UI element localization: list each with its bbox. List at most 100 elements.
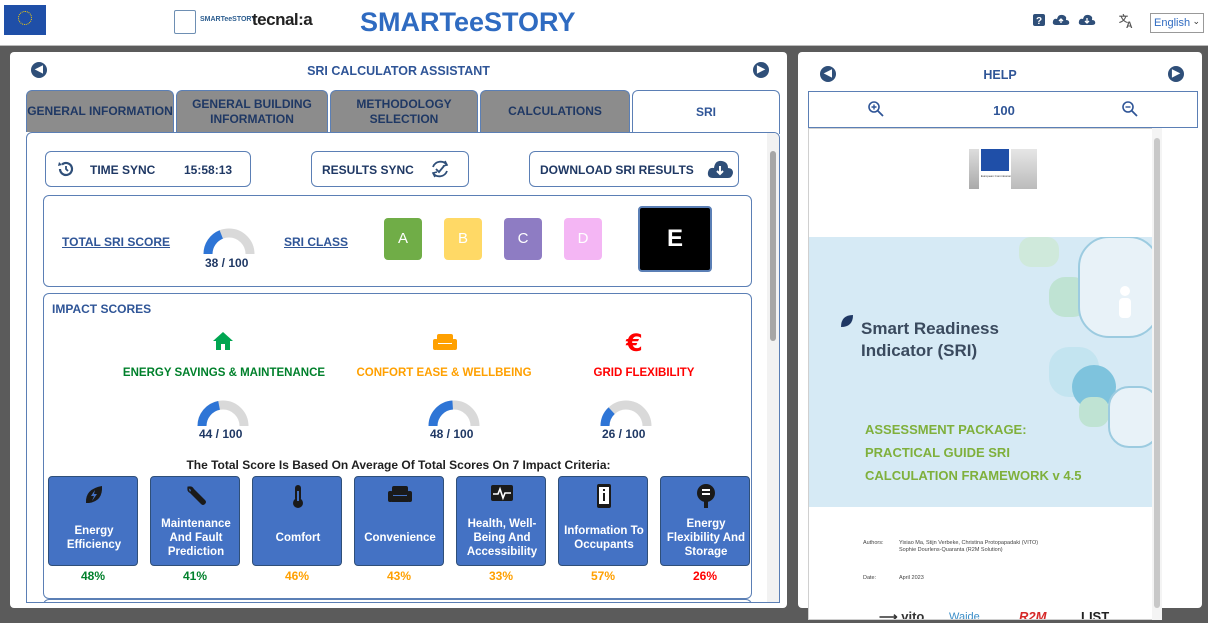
cloud-upload-icon[interactable]: [1052, 13, 1070, 31]
grid-flexibility-label: GRID FLEXIBILITY: [593, 367, 695, 379]
eu-stars-icon: [18, 11, 32, 25]
sri-score-box: TOTAL SRI SCORE 38 / 100 SRI CLASS A B C…: [43, 195, 752, 287]
euro-icon: €: [625, 330, 643, 354]
energy-savings-gauge: [197, 400, 249, 427]
criterion-percent-energy-efficiency: 48%: [80, 569, 106, 583]
tab-sri[interactable]: SRI: [632, 90, 780, 134]
heartbeat-monitor-icon: [491, 485, 513, 501]
criterion-energy-efficiency[interactable]: Energy Efficiency: [48, 476, 138, 566]
waide-logo: Waide: [949, 611, 980, 620]
svg-text:A: A: [1126, 20, 1133, 29]
ec-caption: European Commission: [980, 174, 1012, 178]
cloud-download-icon[interactable]: [1078, 13, 1096, 31]
next-section-box: [43, 599, 752, 602]
tab-general-building-information[interactable]: GENERAL BUILDING INFORMATION: [176, 90, 328, 132]
arrow-right-icon[interactable]: ▶: [753, 62, 769, 78]
time-sync-value: 15:58:13: [184, 163, 233, 177]
authors-label: Authors:: [863, 540, 884, 546]
help-zoom-toolbar: 100: [808, 91, 1198, 128]
arrow-right-icon[interactable]: ▶: [1168, 66, 1184, 82]
leaf-bolt-icon: [85, 486, 103, 503]
tab-methodology-selection[interactable]: METHODOLOGY SELECTION: [330, 90, 478, 132]
eu-flag-logo: [4, 5, 46, 35]
cloud-download-icon: [707, 160, 733, 178]
subtitle-line: ASSESSMENT PACKAGE:: [865, 422, 1027, 437]
sri-class-d: D: [564, 218, 602, 260]
criterion-percent-energy-flexibility: 26%: [692, 569, 718, 583]
tab-calculations[interactable]: CALCULATIONS: [480, 90, 630, 132]
criterion-percent-health: 33%: [488, 569, 514, 583]
total-sri-score-link[interactable]: TOTAL SRI SCORE: [62, 235, 170, 249]
wrench-icon: [187, 486, 206, 505]
content-scrollbar[interactable]: [767, 133, 779, 602]
tab-general-information[interactable]: GENERAL INFORMATION: [26, 90, 174, 132]
comfort-ease-score: 48 / 100: [430, 427, 474, 441]
results-sync-button[interactable]: RESULTS SYNC: [311, 151, 469, 187]
criterion-label: Information To Occupants: [564, 525, 644, 551]
r2m-logo: R2M: [1019, 609, 1047, 620]
grid-flexibility-gauge: [600, 400, 652, 427]
criterion-health[interactable]: Health, Well-Being And Accessibility: [456, 476, 546, 566]
scrollbar-thumb[interactable]: [770, 151, 776, 341]
criterion-percent-convenience: 43%: [386, 569, 412, 583]
help-icon[interactable]: ?: [1030, 13, 1048, 31]
document-subtitle: ASSESSMENT PACKAGE: PRACTICAL GUIDE SRI …: [865, 418, 1145, 487]
criterion-comfort[interactable]: Comfort: [252, 476, 342, 566]
criterion-percent-information: 57%: [590, 569, 616, 583]
criterion-label: Energy Flexibility And Storage: [666, 518, 746, 558]
document-scrollbar[interactable]: [1152, 128, 1162, 620]
comfort-ease-label: CONFORT EASE & WELLBEING: [356, 367, 532, 379]
criterion-convenience[interactable]: Convenience: [354, 476, 444, 566]
criterion-maintenance[interactable]: Maintenance And Fault Prediction: [150, 476, 240, 566]
language-select[interactable]: English ⌄: [1150, 13, 1204, 33]
list-logo: LIST: [1081, 609, 1110, 620]
gauge-fill: [197, 400, 221, 427]
authors-text: Yixiao Ma, Stijn Verbeke, Christina Prot…: [899, 540, 1039, 546]
criterion-energy-flexibility[interactable]: Energy Flexibility And Storage: [660, 476, 750, 566]
grid-flexibility-score: 26 / 100: [602, 427, 646, 441]
sync-icon: [431, 160, 449, 178]
sri-class-current: E: [638, 206, 712, 272]
vito-text: vito: [901, 609, 925, 620]
help-title: HELP: [983, 68, 1017, 82]
energy-savings-label: ENERGY SAVINGS & MAINTENANCE: [122, 367, 326, 379]
gauge-fill: [428, 400, 454, 427]
plug-icon: [697, 484, 715, 508]
gauge-fill: [600, 407, 615, 427]
sri-bullet-icon: [841, 315, 853, 327]
criterion-label: Maintenance And Fault Prediction: [161, 518, 231, 558]
criterion-percent-comfort: 46%: [284, 569, 310, 583]
sri-class-a: A: [384, 218, 422, 260]
energy-savings-score: 44 / 100: [199, 427, 243, 441]
european-commission-logo: European Commission: [969, 149, 1039, 189]
thermometer-icon: [293, 485, 303, 508]
criterion-label: Convenience: [364, 532, 436, 544]
results-sync-label: RESULTS SYNC: [322, 163, 414, 177]
svg-text:?: ?: [1036, 16, 1042, 27]
document-scrollbar-thumb[interactable]: [1154, 138, 1160, 608]
vito-logo: ⟶ vito: [879, 609, 925, 620]
date-text: April 2023: [899, 575, 924, 581]
gauge-fill: [203, 230, 224, 255]
criterion-label: Comfort: [275, 532, 321, 544]
impact-scores-box: IMPACT SCORES € ENERGY SAVINGS & MAINTEN…: [43, 293, 752, 599]
sofa-icon: [433, 334, 457, 350]
sofa-icon: [388, 486, 412, 502]
help-document[interactable]: European Commission Smart Readiness Indi…: [808, 128, 1162, 620]
download-label: DOWNLOAD SRI RESULTS: [540, 163, 694, 177]
download-sri-results-button[interactable]: DOWNLOAD SRI RESULTS: [529, 151, 739, 187]
time-sync-label: TIME SYNC: [90, 163, 156, 177]
chevron-down-icon: ⌄: [1192, 16, 1200, 26]
date-label: Date:: [863, 575, 877, 581]
impact-scores-title: IMPACT SCORES: [52, 302, 152, 316]
criterion-information[interactable]: Information To Occupants: [558, 476, 648, 566]
panel-title: SRI CALCULATOR ASSISTANT: [307, 64, 490, 78]
time-sync-button[interactable]: TIME SYNC 15:58:13: [45, 151, 251, 187]
criterion-label: Health, Well-Being And Accessibility: [466, 518, 538, 558]
app-title: SMARTeeSTORY: [360, 7, 576, 37]
sri-class-link[interactable]: SRI CLASS: [284, 235, 348, 249]
translate-icon[interactable]: 文A: [1118, 13, 1136, 31]
zoom-out-icon[interactable]: [1121, 100, 1139, 118]
document-title: Smart Readiness Indicator (SRI): [861, 319, 999, 360]
comfort-ease-gauge: [428, 400, 480, 427]
